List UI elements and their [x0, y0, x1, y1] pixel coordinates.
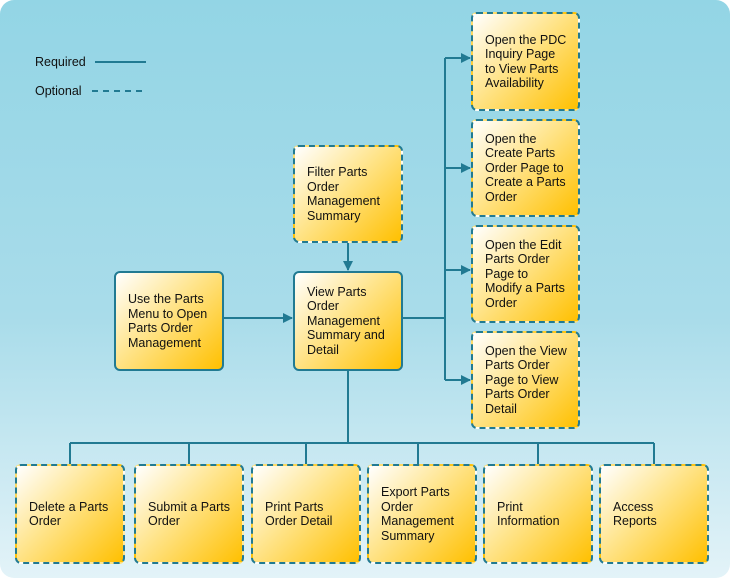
node-label: Open the Create Parts Order Page to Crea…	[485, 131, 566, 204]
node-label: Print Parts Order Detail	[265, 499, 333, 529]
node-print-detail: Print Parts Order Detail	[251, 464, 361, 564]
node-label: Open the PDC Inquiry Page to View Parts …	[485, 32, 567, 91]
node-label: Submit a Parts Order	[148, 499, 230, 529]
node-label: Open the View Parts Order Page to View P…	[485, 343, 567, 416]
node-use-menu: Use the Parts Menu to Open Parts Order M…	[114, 271, 224, 371]
node-label: View Parts Order Management Summary and …	[307, 284, 385, 357]
node-label: Filter Parts Order Management Summary	[307, 165, 380, 223]
node-reports: Access Reports	[599, 464, 709, 564]
node-delete: Delete a Parts Order	[15, 464, 125, 564]
node-print-info: Print Information	[483, 464, 593, 564]
node-view-order: Open the View Parts Order Page to View P…	[471, 331, 580, 429]
node-label: Print Information	[497, 499, 560, 529]
node-view-summary: View Parts Order Management Summary and …	[293, 271, 403, 371]
node-pdc-inquiry: Open the PDC Inquiry Page to View Parts …	[471, 12, 580, 111]
node-create-order: Open the Create Parts Order Page to Crea…	[471, 119, 580, 217]
node-export: Export Parts Order Management Summary	[367, 464, 477, 564]
node-edit-order: Open the Edit Parts Order Page to Modify…	[471, 225, 580, 323]
node-label: Export Parts Order Management Summary	[381, 485, 454, 543]
node-label: Open the Edit Parts Order Page to Modify…	[485, 237, 565, 310]
node-label: Access Reports	[613, 499, 657, 529]
legend-required-label: Required	[35, 55, 86, 69]
node-filter: Filter Parts Order Management Summary	[293, 145, 403, 243]
legend-optional-label: Optional	[35, 84, 82, 98]
node-label: Use the Parts Menu to Open Parts Order M…	[128, 292, 208, 350]
node-submit: Submit a Parts Order	[134, 464, 244, 564]
node-label: Delete a Parts Order	[29, 499, 109, 529]
